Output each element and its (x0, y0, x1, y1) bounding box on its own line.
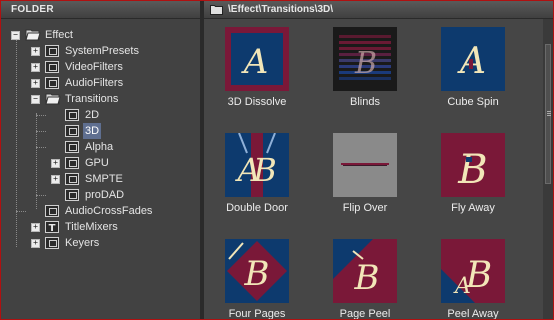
tree-item-label: GPU (85, 157, 109, 169)
tree-item-alpha[interactable]: Alpha (1, 139, 200, 155)
scrollbar-thumb[interactable] (545, 44, 551, 184)
effect-item-flip-over[interactable]: Flip Over (315, 125, 415, 225)
tree-item-label: SMPTE (85, 173, 123, 185)
film-icon (45, 237, 59, 249)
folder-open-icon (45, 92, 61, 105)
tree-item-audiocrossfades[interactable]: AudioCrossFades (1, 203, 200, 219)
folder-panel-title: FOLDER (1, 1, 200, 19)
double-door-thumbnail: A B (225, 133, 289, 197)
tree-item-label: proDAD (85, 189, 125, 201)
effect-item-label: Cube Spin (447, 96, 499, 108)
effect-item-label: Double Door (226, 202, 288, 214)
collapse-icon[interactable]: − (31, 95, 40, 104)
tree-item-effect[interactable]: − Effect (1, 27, 200, 43)
peel-away-thumbnail: B A (441, 239, 505, 303)
film-icon (45, 61, 59, 73)
svg-text:B: B (252, 151, 277, 189)
tree-item-label: AudioCrossFades (65, 205, 153, 217)
expand-icon[interactable]: + (31, 79, 40, 88)
tree-item-label: AudioFilters (65, 77, 124, 89)
tree-item-label: VideoFilters (65, 61, 123, 73)
svg-text:B: B (457, 147, 487, 193)
film-icon (65, 125, 79, 137)
effect-item-blinds[interactable]: B Blinds (315, 19, 415, 119)
tree-item-label: Effect (45, 29, 73, 41)
tree-item-label: TitleMixers (65, 221, 118, 233)
expand-icon[interactable]: + (31, 223, 40, 232)
blinds-thumbnail: B (333, 27, 397, 91)
effect-item-label: Peel Away (447, 308, 499, 319)
expand-icon[interactable]: + (51, 159, 60, 168)
expand-icon[interactable]: + (51, 175, 60, 184)
vertical-scrollbar[interactable] (543, 19, 553, 319)
four-pages-thumbnail: B (225, 239, 289, 303)
expand-icon[interactable]: + (31, 239, 40, 248)
effect-item-peel-away[interactable]: B A Peel Away (423, 231, 523, 319)
svg-text:B: B (354, 46, 377, 81)
tree-item-2d[interactable]: 2D (1, 107, 200, 123)
svg-text:B: B (354, 258, 380, 298)
effect-item-label: Four Pages (228, 308, 286, 319)
effect-item-page-peel[interactable]: B Page Peel (315, 231, 415, 319)
thumbnail-grid: A 3D Dissolve B Blinds Cube Spin A B Dou… (204, 19, 542, 319)
tree-item-label-selected: 3D (83, 123, 102, 139)
film-icon (65, 173, 79, 185)
effect-item-label: 3D Dissolve (227, 96, 287, 108)
tree-item-transitions[interactable]: − Transitions (1, 91, 200, 107)
tree-item-3d[interactable]: 3D (1, 123, 200, 139)
fly-away-thumbnail: B (441, 133, 505, 197)
effect-item-label: Fly Away (451, 202, 495, 214)
tree-item-label: Keyers (65, 237, 100, 249)
tree-item-label: 2D (85, 109, 100, 121)
tree-item-audiofilters[interactable]: + AudioFilters (1, 75, 200, 91)
film-icon (45, 45, 59, 57)
tree-item-titlemixers[interactable]: + T TitleMixers (1, 219, 200, 235)
tree-item-prodad[interactable]: proDAD (1, 187, 200, 203)
tree-item-label: Alpha (85, 141, 114, 153)
effect-item-label: Page Peel (339, 308, 391, 319)
expand-icon[interactable]: + (31, 47, 40, 56)
effect-item-3d-dissolve[interactable]: A 3D Dissolve (207, 19, 307, 119)
scrollbar-grip (547, 111, 551, 112)
film-icon (65, 141, 79, 153)
effect-item-label: Blinds (350, 96, 380, 108)
collapse-icon[interactable]: − (11, 31, 20, 40)
tree-item-systempresets[interactable]: + SystemPresets (1, 43, 200, 59)
scrollbar-grip (547, 113, 551, 114)
effect-item-double-door[interactable]: A B Double Door (207, 125, 307, 225)
effects-browser: \Effect\Transitions\3D\ A 3D Dissolve B … (204, 1, 553, 319)
tree-item-keyers[interactable]: + Keyers (1, 235, 200, 251)
path-bar: \Effect\Transitions\3D\ (204, 1, 553, 19)
scrollbar-grip (547, 115, 551, 116)
current-path: \Effect\Transitions\3D\ (228, 4, 334, 15)
folder-panel: FOLDER − Effect + SystemPresets + VideoF… (1, 1, 200, 319)
svg-text:T: T (49, 223, 56, 233)
tree-item-videofilters[interactable]: + VideoFilters (1, 59, 200, 75)
effect-item-four-pages[interactable]: B Four Pages (207, 231, 307, 319)
tree-item-gpu[interactable]: + GPU (1, 155, 200, 171)
film-icon (65, 157, 79, 169)
svg-text:A: A (241, 42, 269, 82)
film-icon (45, 77, 59, 89)
tree-item-label: Transitions (65, 93, 119, 105)
film-icon (65, 189, 79, 201)
folder-tree[interactable]: − Effect + SystemPresets + VideoFilters … (1, 19, 200, 319)
svg-text:B: B (244, 254, 270, 294)
folder-open-icon (25, 28, 41, 41)
tree-item-smpte[interactable]: + SMPTE (1, 171, 200, 187)
tree-item-label: SystemPresets (65, 45, 139, 57)
dissolve-thumbnail: A (225, 27, 289, 91)
film-icon (65, 109, 79, 121)
folder-open-icon (210, 4, 224, 15)
effect-item-fly-away[interactable]: B Fly Away (423, 125, 523, 225)
svg-text:A: A (453, 274, 471, 299)
film-icon (45, 205, 59, 217)
effect-item-cube-spin[interactable]: A Cube Spin (423, 19, 523, 119)
title-icon: T (45, 221, 61, 234)
expand-icon[interactable]: + (31, 63, 40, 72)
flip-over-thumbnail (333, 133, 397, 197)
page-peel-thumbnail: B (333, 239, 397, 303)
cube-spin-thumbnail: A (441, 27, 505, 91)
effect-item-label: Flip Over (342, 202, 388, 214)
